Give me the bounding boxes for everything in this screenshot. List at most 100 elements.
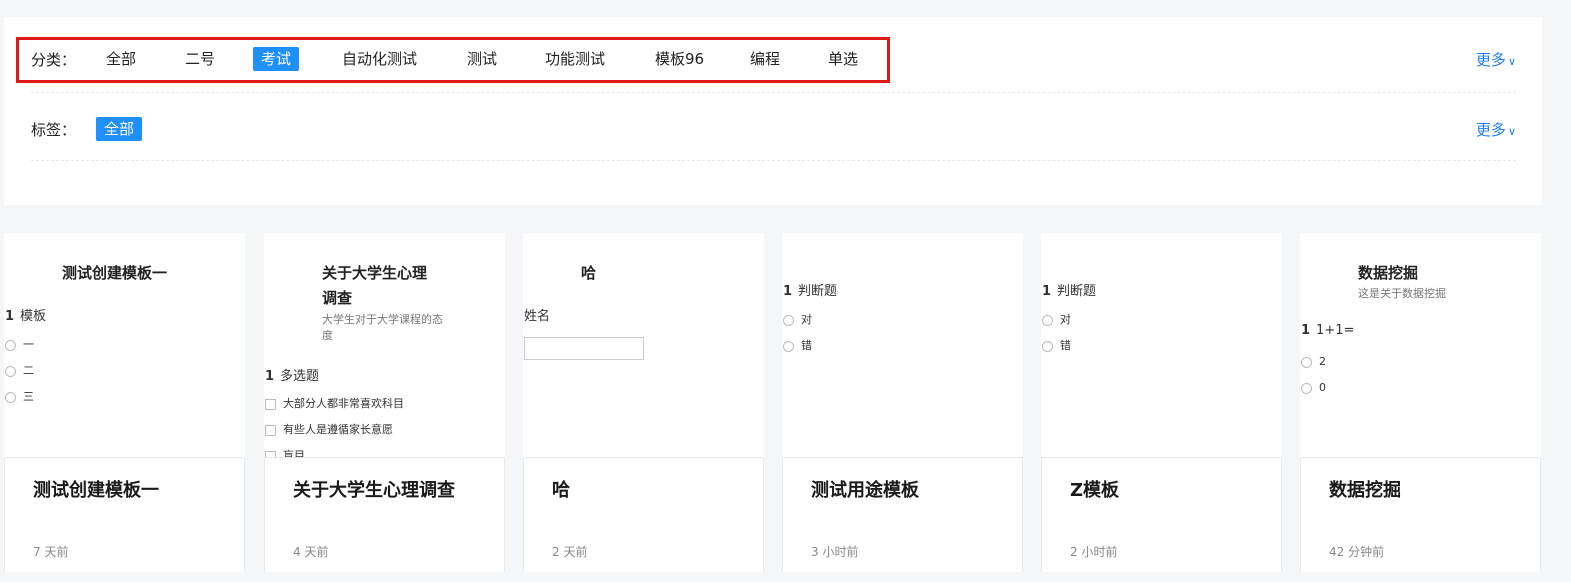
card-timestamp: 7 天前 <box>33 545 69 559</box>
preview-question: 1 多选题 <box>265 365 319 384</box>
card-info: 数据挖掘 42 分钟前 <box>1300 457 1541 572</box>
preview-question: 1 模板 <box>5 305 46 324</box>
preview-title: 测试创建模板一 <box>62 264 168 282</box>
category-chip-exam[interactable]: 考试 <box>253 47 300 71</box>
question-number: 1 <box>1042 284 1052 299</box>
category-more-link[interactable]: 更多 ∨ <box>1476 49 1516 70</box>
category-label: 分类： <box>31 51 77 69</box>
card-info: Z模板 2 小时前 <box>1041 457 1282 572</box>
tag-chip-all[interactable]: 全部 <box>96 117 143 141</box>
radio-icon <box>783 314 794 326</box>
preview-field-label: 姓名 <box>524 309 551 324</box>
preview-option: 错 <box>783 339 812 353</box>
tag-label: 标签： <box>31 121 77 139</box>
question-text: 判断题 <box>1057 284 1097 299</box>
card-timestamp: 2 天前 <box>552 545 588 559</box>
card-title[interactable]: Z模板 <box>1070 476 1119 502</box>
category-chip-all[interactable]: 全部 <box>98 47 144 71</box>
preview-subtitle: 这是关于数据挖掘 <box>1358 287 1446 300</box>
preview-question: 1 1+1= <box>1301 323 1354 338</box>
category-chip-programming[interactable]: 编程 <box>742 47 788 71</box>
card-title[interactable]: 测试用途模板 <box>811 476 919 502</box>
card-title[interactable]: 数据挖掘 <box>1329 476 1401 502</box>
radio-icon <box>783 340 794 352</box>
option-text: 大部分人都非常喜欢科目 <box>283 397 404 410</box>
chevron-down-icon: ∨ <box>1507 125 1516 138</box>
preview-option: 错 <box>1042 339 1071 353</box>
question-number: 1 <box>1301 323 1311 338</box>
card-info: 关于大学生心理调查 4 天前 <box>264 457 505 572</box>
card-preview: 1 判断题 对 错 <box>782 233 1023 457</box>
radio-icon <box>1042 340 1053 352</box>
template-card[interactable]: 关于大学生心理 调查 大学生对于大学课程的态度 1 多选题 大部分人都非常喜欢科目 … <box>264 233 505 572</box>
question-number: 1 <box>783 284 793 299</box>
preview-subtitle-line: 度 <box>322 329 333 342</box>
checkbox-icon <box>265 424 276 436</box>
template-card[interactable]: 1 判断题 对 错 测试用途模板 3 小时前 <box>782 233 1023 572</box>
card-timestamp: 42 分钟前 <box>1329 545 1385 559</box>
category-more-label: 更多 <box>1475 51 1506 69</box>
tag-row: 标签： 全部 更多 ∨ <box>4 109 1542 149</box>
tag-more-link[interactable]: 更多 ∨ <box>1476 119 1516 140</box>
option-text: 盲目 <box>283 449 305 457</box>
radio-icon <box>1301 356 1312 368</box>
template-card[interactable]: 1 判断题 对 错 Z模板 2 小时前 <box>1041 233 1282 572</box>
preview-question: 1 判断题 <box>783 280 837 299</box>
preview-option: 对 <box>783 313 812 327</box>
question-number: 1 <box>265 369 275 384</box>
preview-option: 大部分人都非常喜欢科目 <box>265 397 404 411</box>
tag-more-label: 更多 <box>1475 121 1506 139</box>
card-preview: 1 判断题 对 错 <box>1041 233 1282 457</box>
preview-option: 一 <box>5 338 34 352</box>
preview-title: 数据挖掘 <box>1358 264 1419 282</box>
preview-text-input <box>524 337 644 360</box>
preview-option: 有些人是遵循家长意愿 <box>265 423 393 437</box>
category-chip-single-choice[interactable]: 单选 <box>820 47 866 71</box>
option-text: 二 <box>23 364 34 377</box>
radio-icon <box>1042 314 1053 326</box>
preview-title-line: 调查 <box>322 289 353 307</box>
option-text: 一 <box>23 338 34 351</box>
option-text: 三 <box>23 390 34 403</box>
preview-subtitle: 大学生对于大学课程的态度 <box>322 312 443 344</box>
option-text: 对 <box>1060 313 1071 326</box>
preview-option: 盲目 <box>265 449 305 457</box>
card-timestamp: 4 天前 <box>293 545 329 559</box>
checkbox-icon <box>265 398 276 410</box>
card-info: 哈 2 天前 <box>523 457 764 572</box>
category-chip-erhao[interactable]: 二号 <box>177 47 223 71</box>
template-card[interactable]: 哈 姓名 哈 2 天前 <box>523 233 764 572</box>
option-text: 0 <box>1319 381 1326 394</box>
card-preview: 数据挖掘 这是关于数据挖掘 1 1+1= 2 0 <box>1300 233 1541 457</box>
preview-question: 1 判断题 <box>1042 280 1096 299</box>
radio-icon <box>5 391 16 403</box>
preview-title: 关于大学生心理 调查 <box>322 261 427 311</box>
card-info: 测试创建模板一 7 天前 <box>4 457 245 572</box>
preview-subtitle-line: 大学生对于大学课程的态 <box>322 313 443 326</box>
radio-icon <box>5 339 16 351</box>
preview-option: 三 <box>5 390 34 404</box>
option-text: 错 <box>801 339 812 352</box>
card-timestamp: 3 小时前 <box>811 545 859 559</box>
option-text: 2 <box>1319 355 1326 368</box>
category-chip-test[interactable]: 测试 <box>459 47 505 71</box>
card-info: 测试用途模板 3 小时前 <box>782 457 1023 572</box>
card-timestamp: 2 小时前 <box>1070 545 1118 559</box>
card-title[interactable]: 测试创建模板一 <box>33 476 159 502</box>
category-chip-template96[interactable]: 模板96 <box>647 47 712 71</box>
card-title[interactable]: 哈 <box>552 476 570 502</box>
radio-icon <box>5 365 16 377</box>
preview-option: 对 <box>1042 313 1071 327</box>
question-number: 1 <box>5 309 15 324</box>
card-title[interactable]: 关于大学生心理调查 <box>293 476 455 502</box>
template-card[interactable]: 数据挖掘 这是关于数据挖掘 1 1+1= 2 0 数据挖掘 42 分钟前 <box>1300 233 1541 572</box>
card-preview: 哈 姓名 <box>523 233 764 457</box>
preview-title-line: 关于大学生心理 <box>322 264 428 282</box>
question-text: 多选题 <box>280 369 320 384</box>
category-chip-automation-test[interactable]: 自动化测试 <box>334 47 425 71</box>
template-card[interactable]: 测试创建模板一 1 模板 一 二 三 测试创建模板一 7 天前 <box>4 233 245 572</box>
chevron-down-icon: ∨ <box>1507 55 1516 68</box>
option-text: 错 <box>1060 339 1071 352</box>
radio-icon <box>1301 382 1312 394</box>
category-chip-functional-test[interactable]: 功能测试 <box>537 47 613 71</box>
